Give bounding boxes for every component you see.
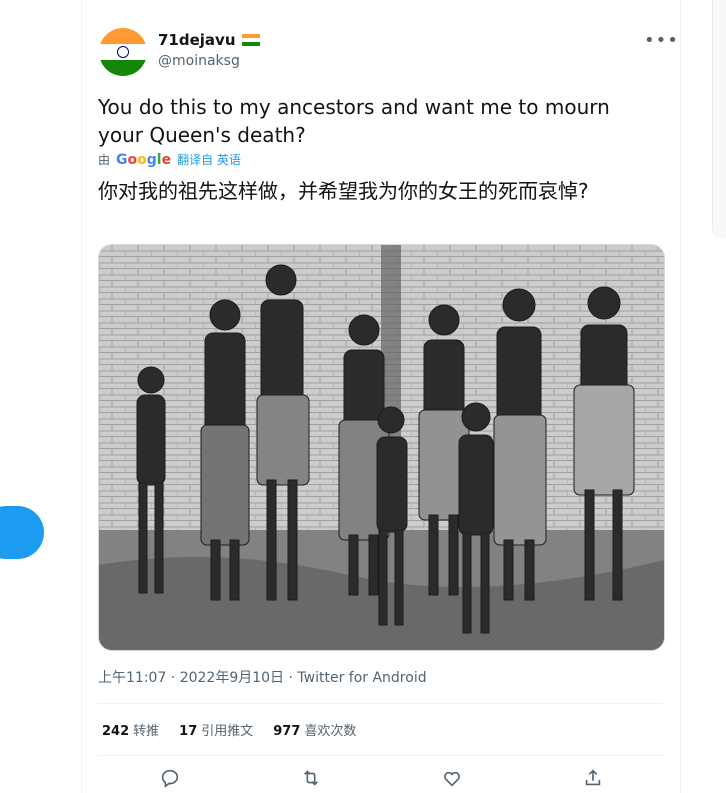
- tweet-text: You do this to my ancestors and want me …: [98, 95, 610, 147]
- sidebar-panel-edge: [712, 0, 726, 238]
- historical-photo-illustration: [99, 245, 664, 650]
- divider: [98, 755, 663, 756]
- india-flag-icon: [241, 34, 260, 46]
- column-border-right: [680, 0, 681, 793]
- google-logo: Google: [116, 151, 172, 168]
- reply-icon[interactable]: [159, 767, 181, 789]
- like-icon[interactable]: [441, 767, 463, 789]
- avatar[interactable]: [99, 28, 147, 76]
- tweet-stats: 242 转推 17 引用推文 977 喜欢次数: [102, 720, 356, 739]
- display-name[interactable]: 71dejavu: [158, 31, 236, 49]
- tweet-photo[interactable]: [98, 244, 665, 651]
- likes-stat[interactable]: 977 喜欢次数: [273, 720, 356, 739]
- compose-tweet-button[interactable]: [0, 506, 44, 559]
- share-icon[interactable]: [582, 767, 604, 789]
- quotes-stat[interactable]: 17 引用推文: [179, 720, 253, 739]
- more-icon[interactable]: •••: [644, 30, 679, 51]
- translate-source-link[interactable]: 翻译自 英语: [177, 151, 241, 168]
- translate-prefix: 由: [98, 153, 111, 167]
- tweet-timestamp[interactable]: 上午11:07 · 2022年9月10日 · Twitter for Andro…: [98, 667, 427, 687]
- user-handle[interactable]: @moinaksg: [158, 53, 240, 69]
- tweet-actions: [98, 767, 663, 793]
- user-name-row[interactable]: 71dejavu: [158, 31, 260, 49]
- translated-text: 你对我的祖先这样做，并希望我为你的女王的死而哀悼?: [98, 179, 589, 203]
- retweets-stat[interactable]: 242 转推: [102, 720, 159, 739]
- divider: [98, 703, 663, 704]
- retweet-icon[interactable]: [300, 767, 322, 789]
- translation-attribution: 由 Google 翻译自 英语: [98, 151, 241, 168]
- column-border-left: [81, 0, 82, 793]
